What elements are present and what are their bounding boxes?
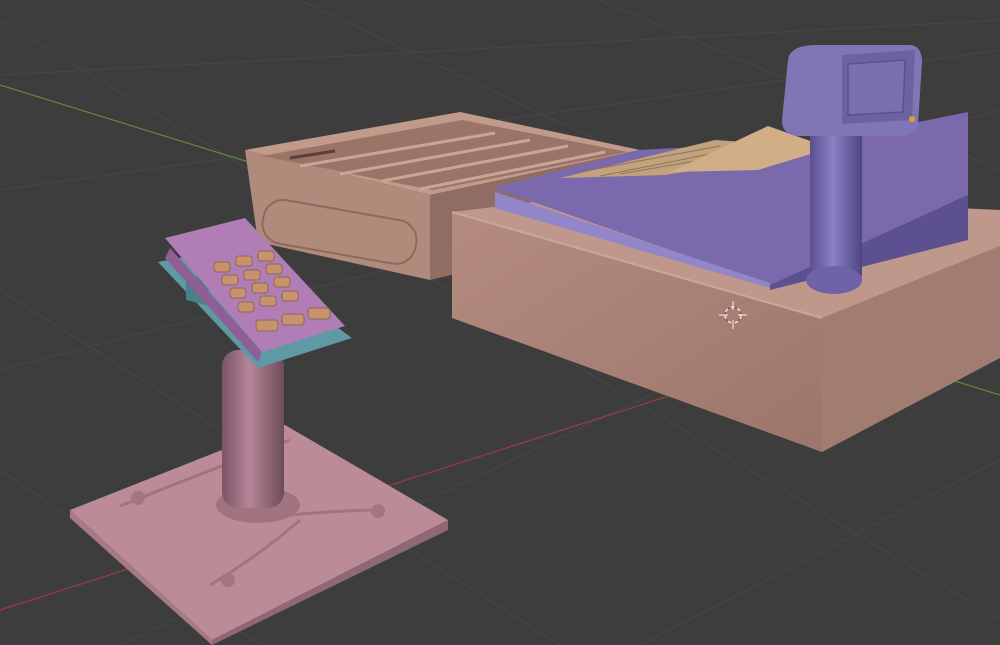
3d-viewport[interactable] [0, 0, 1000, 645]
card-reader-terminal[interactable] [70, 218, 448, 645]
